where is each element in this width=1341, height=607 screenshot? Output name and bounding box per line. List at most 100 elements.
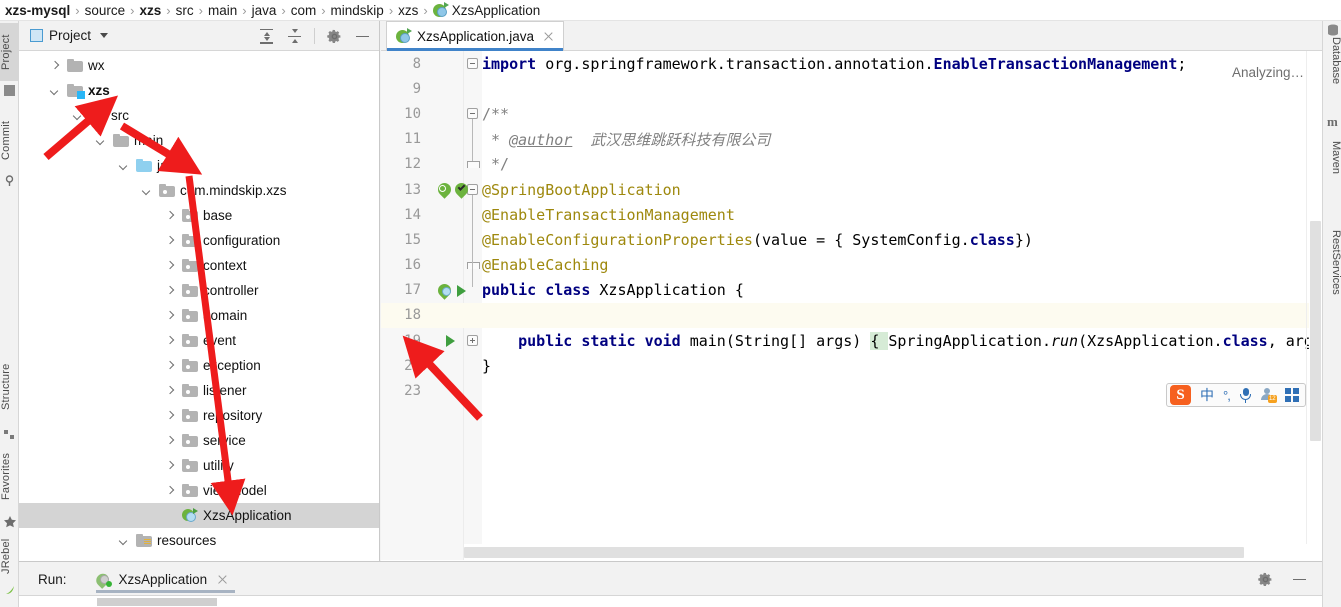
tool-window-tab-commit[interactable]: Commit — [0, 111, 19, 169]
code-line[interactable]: 10 /** — [381, 101, 1322, 126]
breadcrumb-item-source[interactable]: source — [85, 3, 126, 18]
chevron-down-icon[interactable] — [100, 33, 109, 38]
tree-item-listener[interactable]: listener — [19, 378, 379, 403]
chevron-down-icon[interactable] — [49, 85, 61, 97]
tool-window-tab-restservices[interactable]: RestServices — [1323, 217, 1341, 307]
tool-window-tab-project[interactable]: Project — [0, 23, 19, 81]
chevron-right-icon[interactable] — [164, 335, 176, 347]
gear-icon[interactable] — [326, 28, 343, 45]
editor-vertical-scrollbar[interactable] — [1309, 51, 1322, 560]
code-line[interactable]: 17 public class XzsApplication { — [381, 278, 1322, 303]
tree-item-utility[interactable]: utility — [19, 453, 379, 478]
tree-item-viewmodel[interactable]: viewmodel — [19, 478, 379, 503]
tool-window-tab-favorites[interactable]: Favorites — [0, 441, 19, 511]
tree-item-xzsapplication[interactable]: XzsApplication — [19, 503, 379, 528]
code-line[interactable]: 16 @EnableCaching — [381, 253, 1322, 278]
tree-item-exception[interactable]: exception — [19, 353, 379, 378]
breadcrumb-item-mindskip[interactable]: mindskip — [331, 3, 384, 18]
run-console-scroll-thumb[interactable] — [97, 598, 217, 606]
tree-item-configuration[interactable]: configuration — [19, 228, 379, 253]
tree-item-repository[interactable]: repository — [19, 403, 379, 428]
breadcrumb-item-main[interactable]: main — [208, 3, 237, 18]
project-tree[interactable]: wx xzs src main java com.mindskip.xzs base conf… — [19, 51, 379, 560]
tool-window-tab-maven[interactable]: Maven — [1323, 131, 1341, 185]
chevron-right-icon[interactable] — [164, 285, 176, 297]
chevron-right-icon[interactable] — [164, 210, 176, 222]
editor-tab-xzsapplication-java[interactable]: XzsApplication.java — [386, 21, 565, 51]
chevron-right-icon[interactable] — [164, 435, 176, 447]
code-line[interactable]: 11 * @author 武汉思维跳跃科技有限公司 — [381, 127, 1322, 152]
minus-icon[interactable] — [354, 28, 371, 45]
chevron-right-icon[interactable] — [164, 385, 176, 397]
breadcrumb-item-xzs[interactable]: xzs — [140, 3, 162, 18]
breadcrumb-item-xzsapplication[interactable]: XzsApplication — [432, 1, 540, 18]
chevron-down-icon[interactable] — [95, 135, 107, 147]
chevron-right-icon[interactable] — [164, 310, 176, 322]
tree-item-com-mindskip-xzs[interactable]: com.mindskip.xzs — [19, 178, 379, 203]
user-account-icon[interactable]: 12 — [1260, 388, 1277, 403]
spring-bean-inspect-icon[interactable] — [435, 180, 454, 199]
toolbox-icon[interactable] — [1284, 388, 1300, 402]
close-icon[interactable] — [216, 573, 229, 586]
tree-item-controller[interactable]: controller — [19, 278, 379, 303]
sogou-ime-toolbar[interactable]: 中 °, 12 — [1166, 383, 1306, 407]
expand-all-icon[interactable] — [258, 28, 275, 45]
scrollbar-thumb[interactable] — [1310, 221, 1321, 441]
fold-collapse-icon[interactable] — [467, 58, 478, 69]
chevron-right-icon[interactable] — [164, 460, 176, 472]
code-content[interactable]: 8 import org.springframework.transaction.… — [381, 51, 1322, 560]
close-icon[interactable] — [542, 30, 555, 43]
chevron-down-icon[interactable] — [118, 535, 130, 547]
scrollbar-thumb[interactable] — [464, 547, 1244, 558]
code-line[interactable]: 15 @EnableConfigurationProperties(value =… — [381, 227, 1322, 252]
voice-input-icon[interactable] — [1239, 387, 1252, 403]
chevron-right-icon[interactable] — [164, 410, 176, 422]
code-line[interactable]: 18 — [381, 302, 1322, 329]
tree-item-event[interactable]: event — [19, 328, 379, 353]
code-line[interactable]: 14 @EnableTransactionManagement — [381, 202, 1322, 227]
run-gutter-icon[interactable] — [457, 284, 466, 297]
breadcrumb-item-java[interactable]: java — [252, 3, 277, 18]
breadcrumb-item-src[interactable]: src — [176, 3, 194, 18]
sogou-logo-icon[interactable] — [1170, 385, 1191, 405]
gear-icon[interactable] — [1257, 571, 1274, 588]
tree-item-domain[interactable]: domain — [19, 303, 379, 328]
editor-horizontal-scrollbar[interactable] — [464, 544, 1309, 560]
run-gutter-icon[interactable] — [446, 335, 455, 348]
chevron-right-icon[interactable] — [164, 260, 176, 272]
breadcrumb-item-xzs[interactable]: xzs — [398, 3, 418, 18]
spring-bean-icon[interactable] — [435, 281, 454, 300]
chevron-down-icon[interactable] — [72, 110, 84, 122]
tree-item-src[interactable]: src — [19, 103, 379, 128]
tool-window-tab-database[interactable]: Database — [1323, 29, 1341, 93]
fold-expand-icon[interactable] — [467, 335, 478, 347]
code-line[interactable]: 22} — [381, 353, 1322, 378]
tool-window-tab-jrebel[interactable]: JRebel — [0, 531, 19, 581]
tree-item-service[interactable]: service — [19, 428, 379, 453]
breadcrumb-item-com[interactable]: com — [291, 3, 317, 18]
tool-window-tab-structure[interactable]: Structure — [0, 351, 19, 423]
code-line[interactable]: 19 public static void main(String[] args… — [381, 328, 1322, 353]
tree-item-main[interactable]: main — [19, 128, 379, 153]
fold-collapse-icon[interactable] — [467, 108, 478, 120]
tree-item-base[interactable]: base — [19, 203, 379, 228]
chinese-mode-icon[interactable]: 中 — [1200, 385, 1214, 405]
punctuation-icon[interactable]: °, — [1223, 388, 1231, 403]
tree-item-context[interactable]: context — [19, 253, 379, 278]
code-editor[interactable]: 8 import org.springframework.transaction.… — [381, 51, 1322, 560]
chevron-down-icon[interactable] — [118, 160, 130, 172]
collapse-all-icon[interactable] — [286, 28, 303, 45]
code-line[interactable]: 9 — [381, 76, 1322, 101]
chevron-right-icon[interactable] — [164, 235, 176, 247]
tree-item-xzs[interactable]: xzs — [19, 78, 379, 103]
tree-item-wx[interactable]: wx — [19, 53, 379, 78]
code-line[interactable]: 13 @SpringBootApplication — [381, 177, 1322, 202]
chevron-right-icon[interactable] — [49, 60, 61, 72]
chevron-down-icon[interactable] — [141, 185, 153, 197]
code-line[interactable]: 12 */ — [381, 152, 1322, 177]
tree-item-java[interactable]: java — [19, 153, 379, 178]
chevron-right-icon[interactable] — [164, 485, 176, 497]
run-tab-xzsapplication[interactable]: XzsApplication — [93, 562, 236, 596]
project-title-dropdown[interactable]: Project — [30, 28, 109, 43]
minus-icon[interactable] — [1291, 571, 1308, 588]
